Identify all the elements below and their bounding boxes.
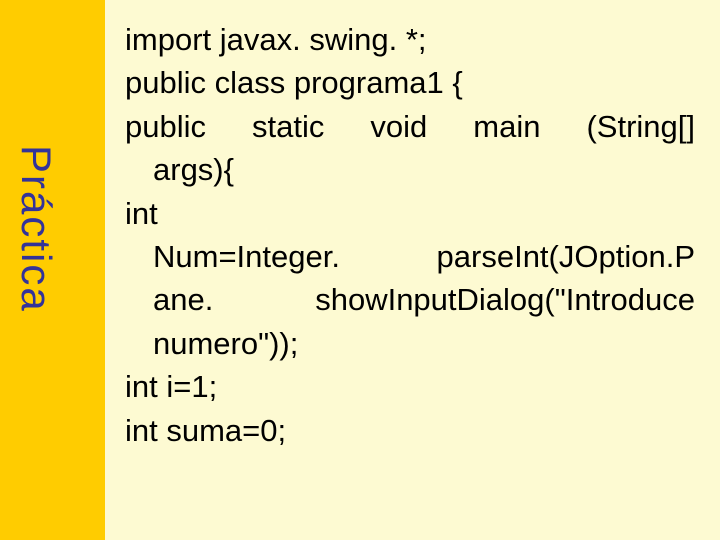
code-line-2: public class programa1 { xyxy=(125,61,695,104)
code-line-5: int i=1; xyxy=(125,365,695,408)
code-line-4a: int xyxy=(125,192,695,235)
code-line-4d: numero")); xyxy=(125,322,695,365)
code-line-6: int suma=0; xyxy=(125,409,695,452)
sidebar: Práctica xyxy=(0,0,105,540)
code-line-1: import javax. swing. *; xyxy=(125,18,695,61)
code-block: import javax. swing. *; public class pro… xyxy=(125,18,695,452)
code-line-4c: ane. showInputDialog("Introduce xyxy=(125,278,695,321)
code-line-4b: Num=Integer. parseInt(JOption.P xyxy=(125,235,695,278)
code-line-3a: public static void main (String[] xyxy=(125,105,695,148)
sidebar-title: Práctica xyxy=(12,145,60,313)
code-line-3b: args){ xyxy=(125,148,695,191)
